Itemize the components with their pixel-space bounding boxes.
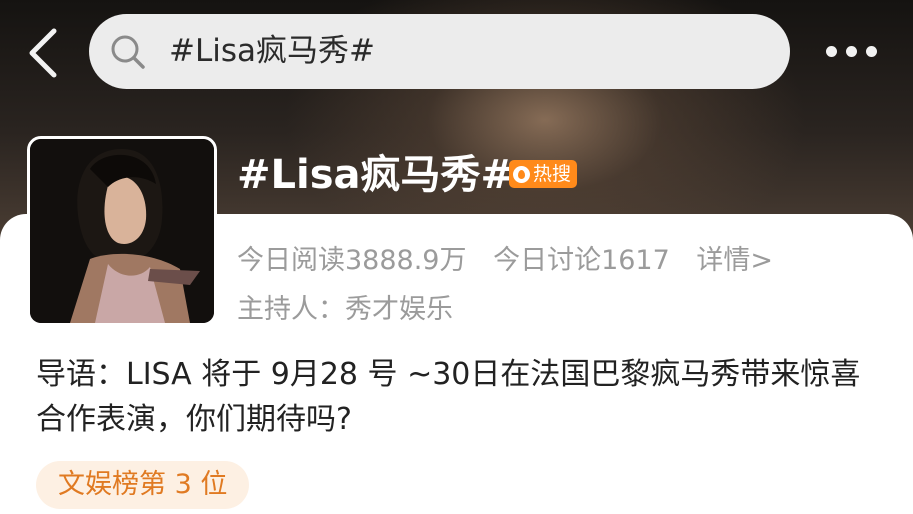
topic-cover-image[interactable] (27, 136, 217, 326)
topic-stats: 今日阅读3888.9万 今日讨论1617 详情> (237, 238, 791, 277)
search-icon (111, 35, 145, 69)
cover-photo (30, 139, 214, 323)
topic-intro: 导语：LISA 将于 9月28 号 ~30日在法国巴黎疯马秀带来惊喜合作表演，你… (36, 357, 861, 437)
search-bar[interactable]: #Lisa疯马秀# (89, 14, 790, 89)
more-dot (826, 46, 837, 57)
chevron-left-icon (29, 28, 57, 78)
hot-badge-label: 热搜 (533, 163, 572, 185)
details-link[interactable]: 详情> (696, 245, 773, 276)
hot-search-badge: 热搜 (509, 160, 578, 188)
more-dot (846, 46, 857, 57)
search-query[interactable]: #Lisa疯马秀# (169, 30, 375, 72)
more-dot (866, 46, 877, 57)
rank-badge[interactable]: 文娱榜第 3 位 (36, 461, 250, 509)
more-button[interactable] (820, 37, 882, 65)
discuss-count: 今日讨论1617 (493, 245, 670, 276)
read-count: 今日阅读3888.9万 (237, 245, 467, 276)
back-button[interactable] (26, 27, 62, 79)
flame-icon (513, 165, 530, 183)
topic-title: #Lisa疯马秀# (237, 152, 515, 198)
topic-host[interactable]: 主持人：秀才娱乐 (237, 287, 453, 326)
